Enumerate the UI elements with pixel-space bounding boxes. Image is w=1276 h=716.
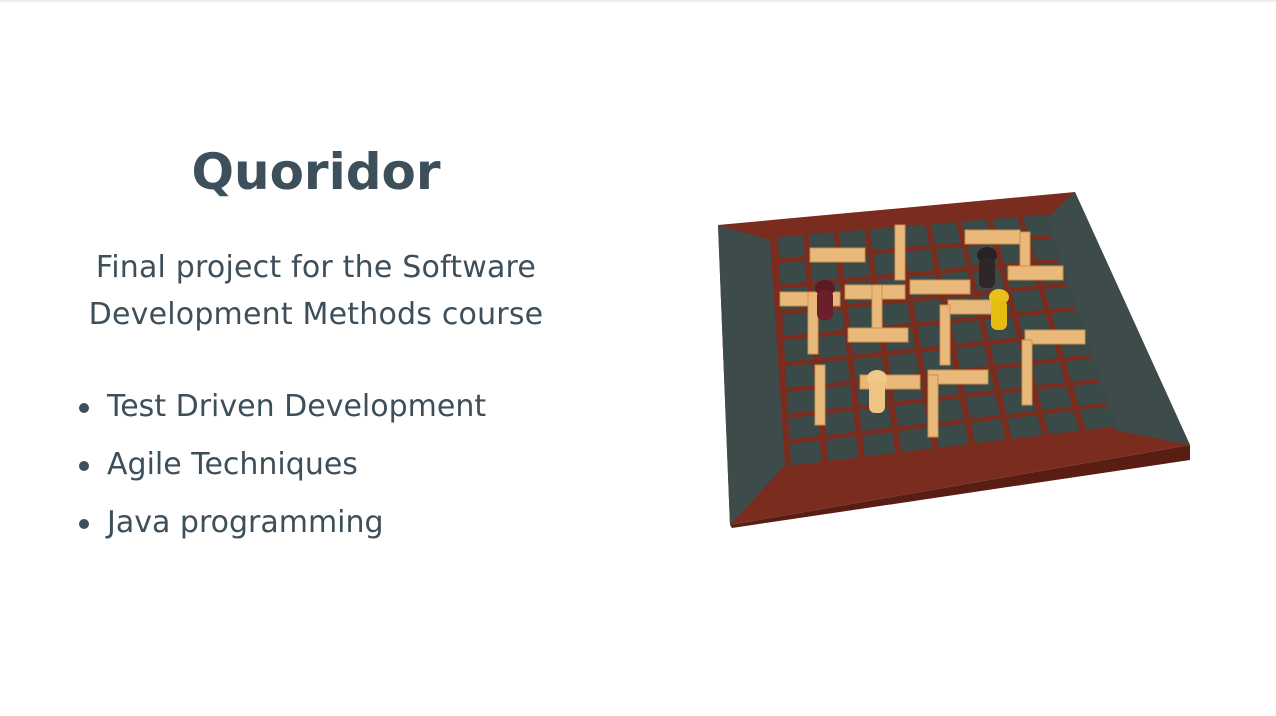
bullet-icon xyxy=(79,403,89,413)
bullet-label: Java programming xyxy=(107,505,384,540)
bullet-item: Agile Techniques xyxy=(77,438,597,496)
board-square xyxy=(789,440,822,466)
board-square xyxy=(785,363,816,388)
top-divider xyxy=(0,0,1276,2)
board-square xyxy=(1037,386,1073,410)
board-square xyxy=(821,385,853,410)
board-square xyxy=(887,352,920,377)
slide-subtitle: Final project for the Software Developme… xyxy=(40,244,592,338)
board-square xyxy=(1007,415,1043,439)
board-square xyxy=(931,222,961,245)
board-square xyxy=(990,341,1024,365)
bullet-item: Java programming xyxy=(77,496,597,554)
board-square xyxy=(898,427,932,452)
board-square xyxy=(971,419,1006,444)
board-square xyxy=(904,249,935,273)
bullet-list: Test Driven Development Agile Techniques… xyxy=(77,380,597,554)
board-illustration xyxy=(718,192,1190,528)
board-square xyxy=(1030,362,1066,386)
board-square xyxy=(934,423,969,448)
bullet-label: Test Driven Development xyxy=(107,389,487,424)
board-square xyxy=(895,402,928,427)
board-square xyxy=(777,235,805,259)
board-square xyxy=(951,320,984,344)
board-square xyxy=(862,432,895,457)
board-square xyxy=(1043,410,1080,435)
board-square xyxy=(936,246,967,270)
board-square xyxy=(826,436,859,461)
board-square xyxy=(880,302,911,326)
board-square xyxy=(1011,289,1045,313)
bullet-icon xyxy=(79,461,89,471)
bullet-label: Agile Techniques xyxy=(107,447,358,482)
board-square xyxy=(782,312,811,336)
board-square xyxy=(786,389,818,414)
board-square xyxy=(779,260,807,285)
bullet-icon xyxy=(79,519,89,529)
quoridor-board-image xyxy=(700,180,1200,540)
board-square xyxy=(824,410,856,436)
board-square xyxy=(1079,406,1116,430)
board-square xyxy=(966,394,1000,419)
subtitle-line-2: Development Methods course xyxy=(88,297,544,332)
board-square xyxy=(817,334,848,359)
subtitle-line-1: Final project for the Software xyxy=(95,250,537,285)
board-square xyxy=(956,345,989,369)
bullet-item: Test Driven Development xyxy=(77,380,597,438)
slide-title: Quoridor xyxy=(191,143,441,201)
board-square xyxy=(1072,382,1109,406)
board-square xyxy=(869,227,899,251)
